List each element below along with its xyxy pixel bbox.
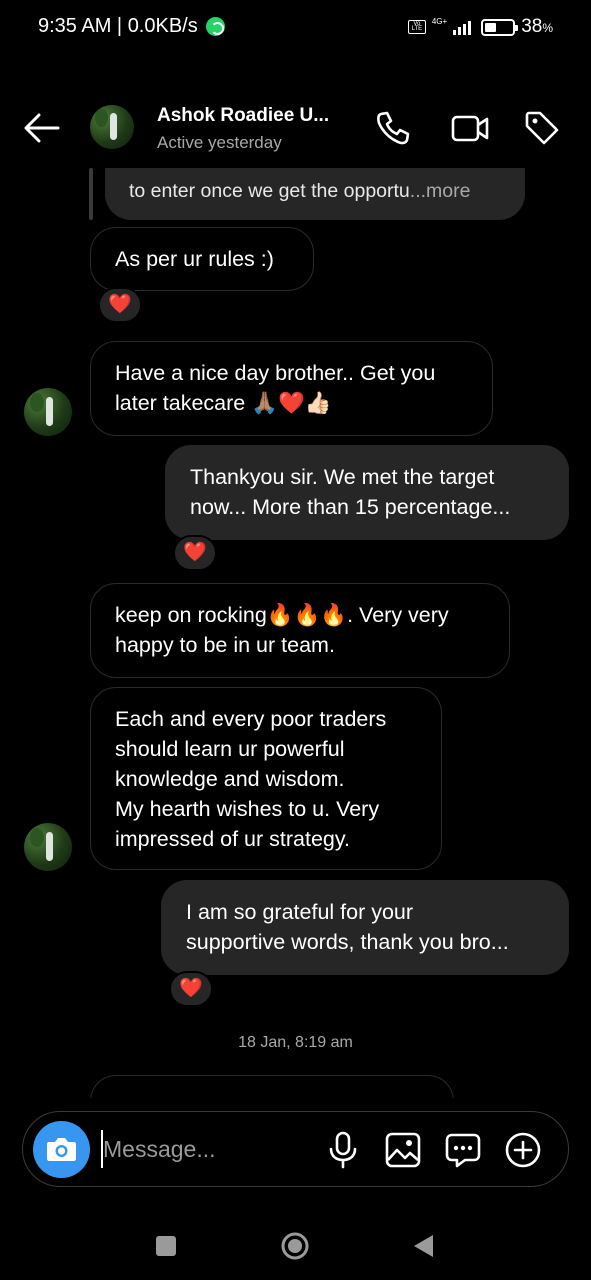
signal-icon bbox=[453, 19, 472, 35]
more-link[interactable]: ...more bbox=[410, 180, 471, 202]
chat-header: Ashok Roadiee U... Active yesterday bbox=[0, 88, 591, 168]
back-triangle-icon bbox=[414, 1235, 433, 1257]
video-call-button[interactable] bbox=[450, 108, 490, 148]
timestamp-divider: 18 Jan, 8:19 am bbox=[238, 1034, 353, 1051]
recents-button[interactable] bbox=[150, 1230, 182, 1262]
whatsapp-notification-icon bbox=[206, 17, 225, 36]
message-bubble-incoming[interactable]: Have a nice day brother.. Get you later … bbox=[90, 341, 493, 436]
message-composer bbox=[22, 1111, 569, 1187]
volte-icon: Vo LTE bbox=[407, 20, 426, 34]
home-circle-icon bbox=[281, 1232, 309, 1260]
phone-icon bbox=[377, 111, 410, 145]
message-input[interactable] bbox=[101, 1130, 316, 1168]
camera-button[interactable] bbox=[33, 1121, 90, 1178]
network-type: 4G+ bbox=[431, 16, 448, 26]
back-button[interactable] bbox=[22, 110, 62, 146]
add-plus-icon bbox=[505, 1132, 541, 1168]
status-bar: 9:35 AM | 0.0KB/s Vo LTE 4G+ 38% bbox=[0, 0, 591, 56]
back-arrow-icon bbox=[24, 113, 60, 143]
sticker-button[interactable] bbox=[443, 1130, 483, 1170]
add-button[interactable] bbox=[503, 1130, 543, 1170]
battery-icon bbox=[481, 18, 519, 36]
reply-indicator bbox=[89, 168, 93, 220]
sender-avatar[interactable] bbox=[24, 388, 72, 436]
contact-avatar[interactable] bbox=[90, 105, 134, 149]
recents-square-icon bbox=[156, 1236, 176, 1256]
message-bubble-incoming[interactable] bbox=[90, 1075, 454, 1098]
status-time: 9:35 AM | 0.0KB/s bbox=[38, 15, 198, 37]
sender-avatar[interactable] bbox=[24, 823, 72, 871]
gallery-button[interactable] bbox=[383, 1130, 423, 1170]
system-navigation-bar bbox=[0, 1210, 591, 1280]
message-bubble-incoming[interactable]: As per ur rules :) bbox=[90, 227, 314, 291]
home-button[interactable] bbox=[279, 1230, 311, 1262]
camera-icon bbox=[47, 1138, 76, 1161]
message-bubble-incoming[interactable]: keep on rocking🔥🔥🔥. Very very happy to b… bbox=[90, 583, 510, 678]
message-bubble-outgoing[interactable]: I am so grateful for your supportive wor… bbox=[161, 880, 569, 975]
heart-reaction[interactable]: ❤️ bbox=[98, 287, 142, 323]
audio-call-button[interactable] bbox=[373, 108, 413, 148]
contact-name[interactable]: Ashok Roadiee U... bbox=[157, 105, 329, 127]
heart-reaction[interactable]: ❤️ bbox=[169, 971, 213, 1007]
gallery-icon bbox=[385, 1132, 421, 1168]
quoted-message[interactable]: to enter once we get the opportu...more bbox=[105, 168, 525, 220]
back-nav-button[interactable] bbox=[408, 1230, 440, 1262]
heart-reaction[interactable]: ❤️ bbox=[173, 535, 217, 571]
sticker-chat-icon bbox=[445, 1133, 481, 1168]
microphone-icon bbox=[329, 1131, 357, 1169]
message-thread[interactable]: to enter once we get the opportu...more … bbox=[0, 168, 591, 1098]
voice-message-button[interactable] bbox=[323, 1130, 363, 1170]
video-camera-icon bbox=[451, 115, 489, 142]
tag-button[interactable] bbox=[522, 108, 562, 148]
message-bubble-outgoing[interactable]: Thankyou sir. We met the target now... M… bbox=[165, 445, 569, 540]
tag-icon bbox=[525, 111, 559, 145]
message-bubble-incoming[interactable]: Each and every poor traders should learn… bbox=[90, 687, 442, 870]
contact-status: Active yesterday bbox=[157, 133, 282, 152]
battery-percent: 38% bbox=[521, 16, 553, 37]
status-indicators: Vo LTE 4G+ 38% bbox=[407, 15, 553, 39]
